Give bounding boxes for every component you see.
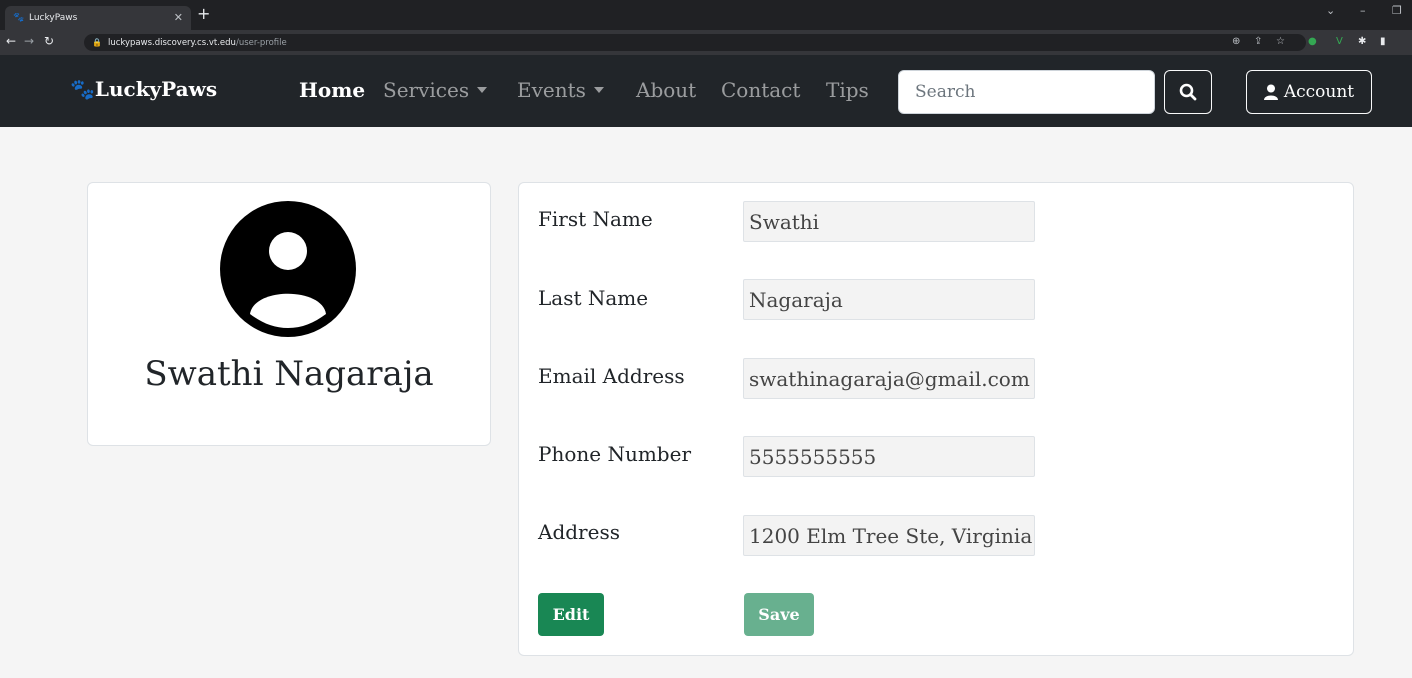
email-field[interactable] bbox=[743, 358, 1035, 399]
nav-services-label: Services bbox=[383, 78, 470, 102]
lock-icon: 🔒 bbox=[92, 38, 102, 47]
caret-down-icon bbox=[593, 87, 604, 93]
back-icon[interactable]: ← bbox=[6, 34, 16, 48]
address-bar[interactable]: 🔒 luckypaws.discovery.cs.vt.edu/user-pro… bbox=[84, 34, 1306, 51]
side-panel-icon[interactable]: ▮ bbox=[1380, 36, 1386, 47]
nav-about[interactable]: About bbox=[636, 78, 696, 102]
reload-icon[interactable]: ↻ bbox=[44, 34, 54, 48]
search-button[interactable] bbox=[1164, 70, 1212, 114]
nav-home[interactable]: Home bbox=[299, 78, 365, 102]
tab-title: LuckyPaws bbox=[29, 13, 78, 23]
last-name-field[interactable] bbox=[743, 279, 1035, 320]
share-icon[interactable]: ⇪ bbox=[1254, 36, 1262, 47]
forward-icon[interactable]: → bbox=[24, 34, 34, 48]
browser-tab-strip bbox=[0, 0, 1412, 30]
url-path: /user-profile bbox=[235, 37, 287, 48]
edit-button[interactable]: Edit bbox=[538, 593, 604, 636]
extensions-puzzle-icon[interactable]: ✱ bbox=[1358, 36, 1366, 47]
nav-tips[interactable]: Tips bbox=[826, 78, 869, 102]
save-button[interactable]: Save bbox=[744, 593, 814, 636]
brand-logo[interactable]: 🐾LuckyPaws bbox=[70, 77, 217, 101]
first-name-field[interactable] bbox=[743, 201, 1035, 242]
minimize-icon[interactable]: – bbox=[1360, 4, 1366, 17]
last-name-label: Last Name bbox=[538, 286, 649, 310]
first-name-label: First Name bbox=[538, 207, 653, 231]
address-label: Address bbox=[538, 520, 620, 544]
nav-contact[interactable]: Contact bbox=[721, 78, 800, 102]
user-circle-icon bbox=[220, 201, 356, 337]
profile-form-card bbox=[518, 182, 1354, 656]
url-host: luckypaws.discovery.cs.vt.edu bbox=[107, 37, 236, 48]
email-label: Email Address bbox=[538, 364, 685, 388]
paw-favicon-icon: 🐾 bbox=[13, 13, 25, 23]
search-input[interactable] bbox=[898, 70, 1155, 114]
search-icon bbox=[1179, 83, 1197, 101]
tab-search-icon[interactable]: ⌄ bbox=[1326, 4, 1335, 17]
phone-field[interactable] bbox=[743, 436, 1035, 477]
restore-icon[interactable]: ❐ bbox=[1392, 4, 1402, 17]
paw-icon: 🐾 bbox=[70, 77, 95, 101]
brand-name: LuckyPaws bbox=[94, 77, 218, 101]
nav-services[interactable]: Services bbox=[383, 78, 488, 102]
browser-tab[interactable]: 🐾 LuckyPaws ✕ bbox=[5, 6, 191, 30]
caret-down-icon bbox=[477, 87, 488, 93]
zoom-icon[interactable]: ⊕ bbox=[1232, 36, 1240, 47]
grammarly-extension-icon[interactable]: ● bbox=[1308, 36, 1317, 47]
tab-close-icon[interactable]: ✕ bbox=[174, 11, 183, 24]
user-icon bbox=[1263, 84, 1278, 100]
bookmark-star-icon[interactable]: ☆ bbox=[1276, 36, 1285, 47]
vpn-extension-icon[interactable]: V bbox=[1336, 36, 1343, 47]
profile-name: Swathi Nagaraja bbox=[144, 354, 434, 394]
nav-events[interactable]: Events bbox=[517, 78, 604, 102]
address-field[interactable] bbox=[743, 515, 1035, 556]
account-label: Account bbox=[1283, 82, 1355, 102]
phone-label: Phone Number bbox=[538, 442, 691, 466]
nav-events-label: Events bbox=[517, 78, 586, 102]
account-button[interactable]: Account bbox=[1246, 70, 1372, 114]
new-tab-button[interactable]: + bbox=[197, 4, 210, 23]
